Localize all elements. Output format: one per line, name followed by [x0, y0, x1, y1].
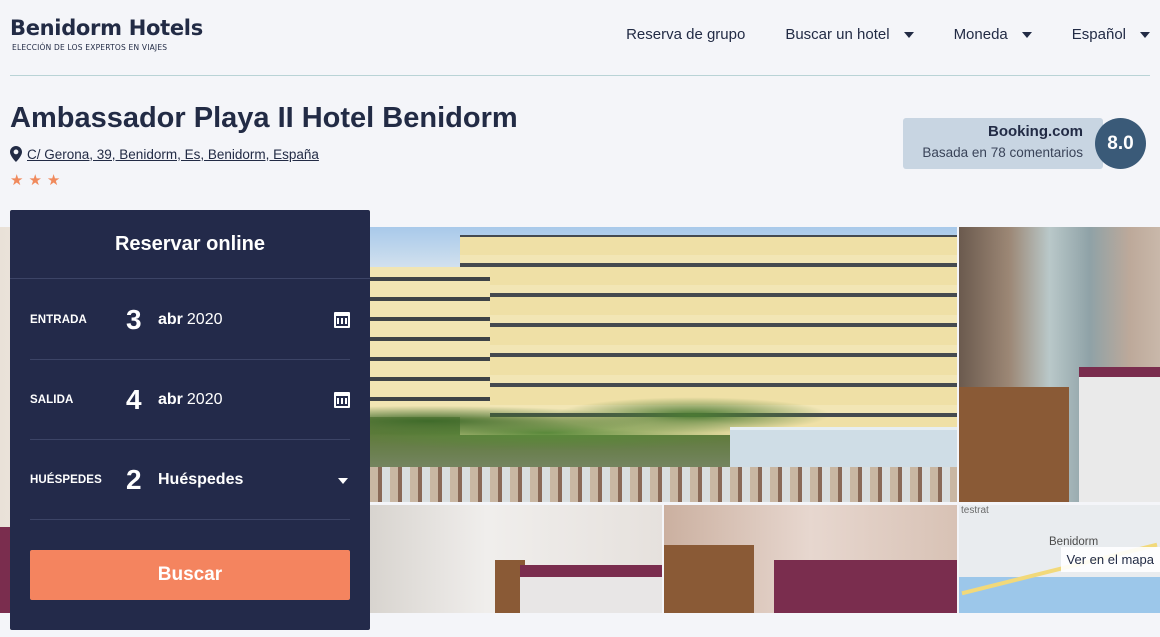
checkout-label: SALIDA	[30, 393, 74, 406]
star-rating: ★ ★ ★	[10, 171, 65, 189]
search-button[interactable]: Buscar	[30, 550, 350, 600]
bed-shape	[520, 565, 662, 613]
checkout-year: 2020	[186, 390, 223, 408]
nav-currency[interactable]: Moneda	[954, 26, 1032, 43]
bed-shape	[774, 560, 957, 613]
gallery-photo-room-balcony[interactable]	[959, 227, 1160, 502]
rating-brand: Booking.com	[987, 123, 1083, 140]
review-rating[interactable]: Booking.com Basada en 78 comentarios 8.0	[903, 118, 1146, 169]
chevron-down-icon	[1140, 31, 1150, 38]
checkout-date-field[interactable]: SALIDA 4 abr 2020	[30, 360, 350, 440]
header-divider	[10, 75, 1150, 76]
star-icon: ★	[10, 172, 24, 189]
desk-shape	[664, 545, 754, 613]
star-icon: ★	[28, 172, 42, 189]
checkin-day: 3	[126, 303, 142, 335]
main-nav: Reserva de grupo Buscar un hotel Moneda …	[626, 26, 1150, 43]
rating-score-badge: 8.0	[1095, 118, 1146, 169]
guests-text: Huéspedes	[158, 470, 244, 488]
checkin-label: ENTRADA	[30, 313, 87, 326]
chevron-down-icon[interactable]	[338, 478, 348, 484]
booking-panel: Reservar online ENTRADA 3 abr 2020 SALID…	[10, 210, 370, 630]
star-icon: ★	[46, 172, 61, 189]
view-map-button[interactable]: Ver en el mapa	[1060, 547, 1160, 572]
building-shape	[370, 267, 490, 417]
nav-language[interactable]: Español	[1072, 26, 1150, 43]
chevron-down-icon	[1021, 31, 1032, 38]
logo-title: Benidorm Hotels	[10, 16, 203, 40]
gallery-photo-main-pool[interactable]	[370, 227, 957, 502]
nav-group-booking[interactable]: Reserva de grupo	[626, 26, 745, 43]
logo-subtitle: ELECCIÓN DE LOS EXPERTOS EN VIAJES	[12, 43, 168, 52]
guests-label: HUÉSPEDES	[30, 473, 102, 486]
location-pin-icon	[10, 146, 22, 162]
checkin-month: abr	[158, 310, 183, 328]
bed-shape	[1079, 367, 1160, 502]
chevron-down-icon	[903, 31, 914, 38]
guests-count: 2	[126, 463, 142, 495]
checkout-day: 4	[126, 383, 142, 415]
site-logo[interactable]: Benidorm Hotels ELECCIÓN DE LOS EXPERTOS…	[10, 16, 203, 52]
rating-box: Booking.com Basada en 78 comentarios	[903, 118, 1103, 169]
sunbathers-shape	[370, 467, 957, 502]
hotel-title: Ambassador Playa II Hotel Benidorm	[10, 102, 518, 134]
checkin-date-field[interactable]: ENTRADA 3 abr 2020	[30, 280, 350, 360]
map-sea-shape	[959, 577, 1160, 613]
rating-review-count: Basada en 78 comentarios	[922, 145, 1083, 160]
nav-find-hotel[interactable]: Buscar un hotel	[785, 26, 914, 43]
calendar-icon[interactable]	[334, 312, 350, 328]
calendar-icon[interactable]	[334, 392, 350, 408]
nav-currency-label: Moneda	[953, 26, 1008, 43]
desk-shape	[959, 387, 1069, 502]
address-link[interactable]: C/ Gerona, 39, Benidorm, Es, Benidorm, E…	[27, 147, 319, 162]
nav-group-booking-label: Reserva de grupo	[626, 26, 746, 43]
site-header: Benidorm Hotels ELECCIÓN DE LOS EXPERTOS…	[0, 0, 1160, 76]
nav-language-label: Español	[1071, 26, 1126, 43]
gallery-photo-room-2[interactable]	[664, 505, 957, 613]
hotel-address: C/ Gerona, 39, Benidorm, Es, Benidorm, E…	[10, 146, 319, 162]
map-place-label-top: testrat	[961, 505, 989, 516]
gallery-map-thumbnail[interactable]: testrat Benidorm Ver en el mapa	[959, 505, 1160, 613]
nav-find-hotel-label: Buscar un hotel	[785, 26, 890, 43]
checkout-month: abr	[158, 390, 183, 408]
gallery-photo-room-1[interactable]	[370, 505, 662, 613]
guests-select[interactable]: HUÉSPEDES 2 Huéspedes	[30, 440, 350, 520]
booking-title: Reservar online	[10, 210, 370, 279]
checkin-year: 2020	[186, 310, 223, 328]
